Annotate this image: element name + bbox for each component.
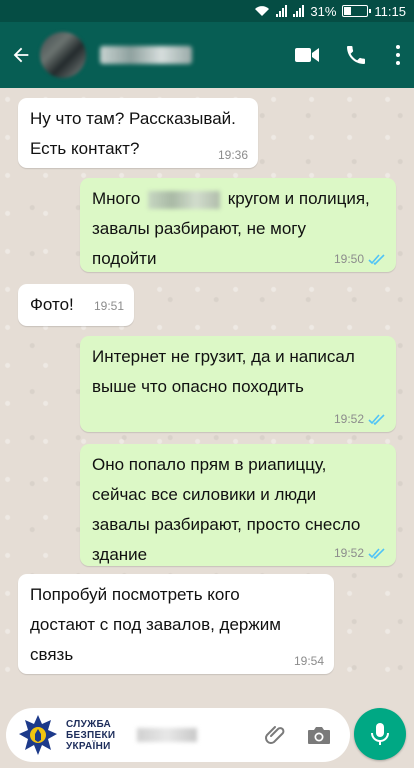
- record-voice-button[interactable]: [354, 708, 406, 760]
- signal-icon: [276, 5, 288, 17]
- message-text: кругом и полиция,: [227, 189, 370, 208]
- arrow-left-icon: [13, 47, 29, 63]
- double-check-icon: [368, 548, 385, 559]
- message-outgoing[interactable]: Много кругом и полиция, завалы разбирают…: [80, 178, 396, 272]
- redacted-text: [148, 190, 221, 209]
- phone-icon[interactable]: [344, 43, 368, 67]
- message-time: 19:36: [217, 148, 248, 162]
- camera-icon[interactable]: [306, 724, 332, 746]
- message-text: Попробуй посмотреть кого: [30, 585, 240, 604]
- message-time: 19:50: [333, 252, 364, 266]
- message-input[interactable]: СЛУЖБА БЕЗПЕКИ УКРАЇНИ: [6, 708, 350, 762]
- message-text: сейчас все силовики и люди: [92, 485, 317, 504]
- signal-icon-2: [293, 5, 305, 17]
- back-button[interactable]: [6, 40, 36, 70]
- message-text: выше что опасно походить: [92, 377, 304, 396]
- message-text: Интернет не грузит, да и написал: [92, 347, 355, 366]
- message-outgoing[interactable]: Оно попало прям в риапиццу, сейчас все с…: [80, 444, 396, 566]
- double-check-icon: [368, 414, 385, 425]
- message-time: 19:54: [293, 654, 324, 668]
- message-time: 19:52: [333, 412, 364, 426]
- double-check-icon: [368, 254, 385, 265]
- paperclip-icon[interactable]: [264, 723, 288, 747]
- message-text: Ну что там? Рассказывай.: [30, 109, 236, 128]
- message-time: 19:52: [333, 546, 364, 560]
- battery-percent: 31%: [310, 3, 337, 19]
- message-text: связь: [30, 645, 74, 664]
- contact-name-redacted[interactable]: [100, 46, 192, 64]
- message-text: достают с под завалов, держим: [30, 615, 281, 634]
- status-bar: 31% 11:15: [0, 0, 414, 22]
- composer: СЛУЖБА БЕЗПЕКИ УКРАЇНИ: [0, 700, 414, 768]
- message-text: Много: [92, 189, 141, 208]
- wifi-icon: [255, 6, 270, 16]
- chat-header: [0, 22, 414, 88]
- message-incoming[interactable]: Фото! 19:51: [18, 284, 134, 326]
- message-text: Оно попало прям в риапиццу,: [92, 455, 327, 474]
- redacted-input-text: [137, 728, 198, 742]
- ssu-emblem-icon: [19, 715, 57, 755]
- message-time: 19:51: [93, 299, 124, 313]
- message-text: завалы разбирают, не могу: [92, 219, 307, 238]
- avatar[interactable]: [40, 32, 86, 78]
- message-outgoing[interactable]: Интернет не грузит, да и написал выше чт…: [80, 336, 396, 432]
- message-list[interactable]: Ну что там? Рассказывай. Есть контакт? 1…: [0, 88, 414, 700]
- org-caption: СЛУЖБА БЕЗПЕКИ УКРАЇНИ: [66, 719, 115, 752]
- more-vertical-icon[interactable]: [396, 45, 400, 65]
- microphone-icon: [371, 723, 389, 745]
- message-text: завалы разбирают, просто снесло: [92, 515, 361, 534]
- clock: 11:15: [374, 3, 406, 19]
- org-caption-line: БЕЗПЕКИ: [66, 729, 116, 741]
- video-camera-icon[interactable]: [294, 45, 320, 65]
- org-caption-line: СЛУЖБА: [66, 718, 112, 730]
- message-incoming[interactable]: Ну что там? Рассказывай. Есть контакт? 1…: [18, 98, 258, 168]
- message-incoming[interactable]: Попробуй посмотреть кого достают с под з…: [18, 574, 334, 674]
- battery-icon: [342, 5, 372, 17]
- org-caption-line: УКРАЇНИ: [66, 740, 111, 752]
- message-text: Есть контакт?: [30, 139, 140, 158]
